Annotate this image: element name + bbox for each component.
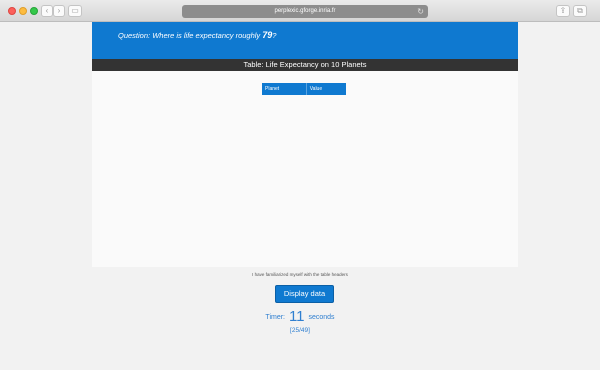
table-header-row: Planet Value: [262, 83, 346, 95]
task-card: Question: Where is life expectancy rough…: [92, 22, 518, 267]
table-title: Table: Life Expectancy on 10 Planets: [92, 59, 518, 71]
minimize-window-button[interactable]: [19, 7, 27, 15]
timer-label: Timer:: [265, 314, 285, 321]
question-value: 79: [262, 30, 273, 40]
progress-counter: [25/49]: [290, 327, 310, 334]
timer: Timer: 11 seconds: [0, 308, 600, 325]
data-table: Planet Value: [262, 83, 346, 95]
question-label: Question:: [118, 31, 151, 40]
url-text: perplexic.gforge.inria.fr: [274, 8, 336, 14]
maximize-window-button[interactable]: [30, 7, 38, 15]
timer-value: 11: [288, 308, 305, 325]
browser-toolbar: ‹ › ▭ perplexic.gforge.inria.fr ↻ ⇪ ⧉: [0, 0, 600, 22]
forward-arrow-icon[interactable]: ›: [53, 5, 65, 17]
back-arrow-icon[interactable]: ‹: [41, 5, 53, 17]
column-header-value: Value: [309, 86, 323, 92]
confirmation-text: I have familiarized myself with the tabl…: [252, 272, 348, 277]
reload-icon[interactable]: ↻: [417, 5, 424, 18]
timer-unit: seconds: [308, 314, 335, 321]
share-icon[interactable]: ⇪: [556, 5, 570, 17]
tabs-icon[interactable]: ⧉: [573, 5, 587, 17]
close-window-button[interactable]: [8, 7, 16, 15]
display-data-button[interactable]: Display data: [275, 285, 334, 303]
column-header-planet: Planet: [262, 83, 307, 95]
question-banner: Question: Where is life expectancy rough…: [92, 22, 518, 59]
question-text: Where is life expectancy roughly: [152, 31, 261, 40]
question-suffix: ?: [272, 31, 277, 40]
sidebar-icon[interactable]: ▭: [68, 5, 82, 17]
address-bar[interactable]: perplexic.gforge.inria.fr ↻: [182, 5, 428, 18]
